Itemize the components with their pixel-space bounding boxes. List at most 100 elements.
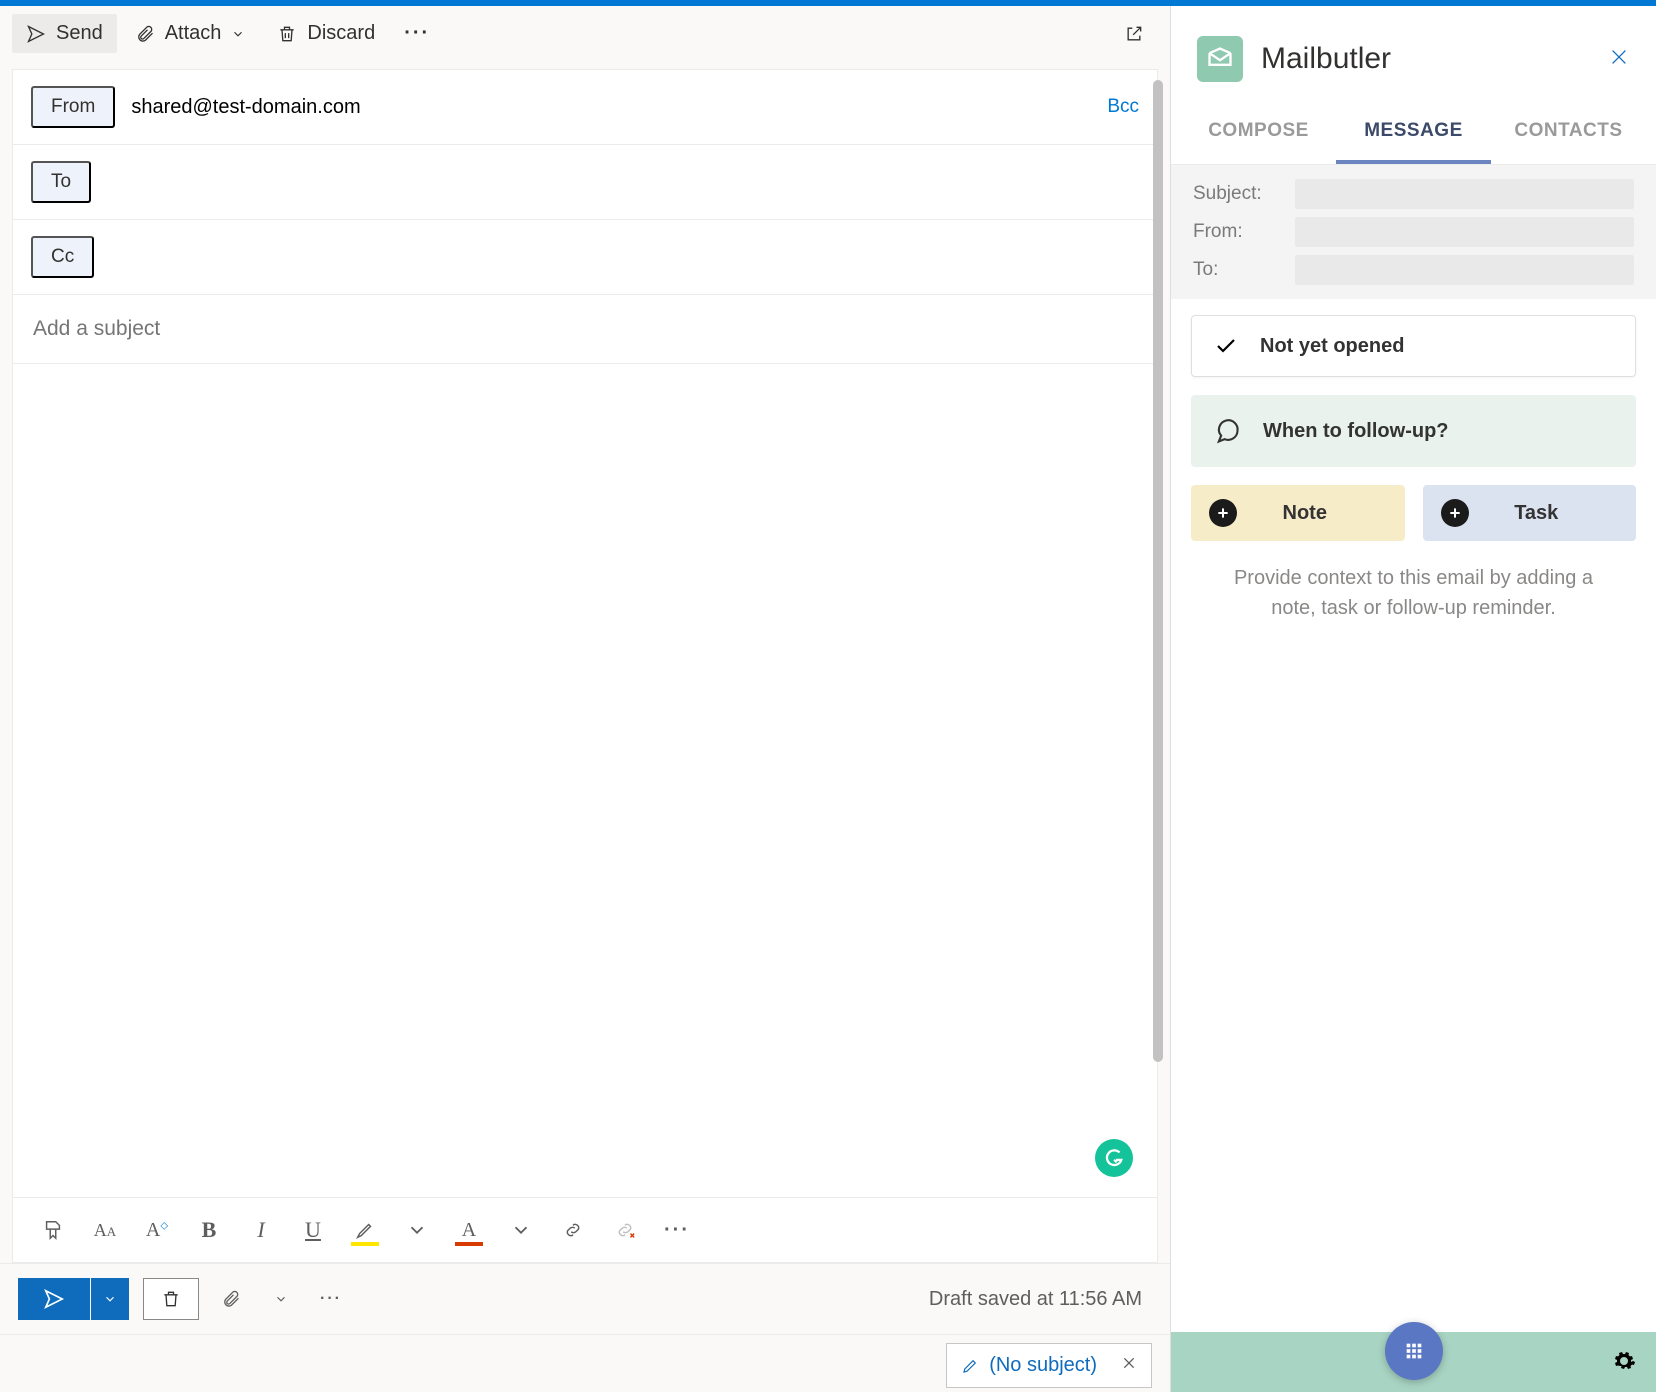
- more-icon: ···: [407, 24, 427, 44]
- toolbar-more-button[interactable]: ···: [393, 16, 441, 52]
- apps-fab[interactable]: [1385, 1322, 1443, 1380]
- font-size-icon: A◇: [146, 1219, 168, 1242]
- bcc-toggle[interactable]: Bcc: [1107, 96, 1139, 118]
- plus-icon: [1209, 499, 1237, 527]
- discard-button[interactable]: Discard: [263, 14, 389, 53]
- highlight-dropdown[interactable]: [395, 1210, 439, 1250]
- paperclip-icon: [135, 24, 155, 44]
- more-icon: ···: [320, 1290, 342, 1308]
- from-row: From shared@test-domain.com Bcc: [13, 70, 1157, 145]
- message-meta: Subject: From: To:: [1171, 165, 1656, 299]
- draft-chip-label: (No subject): [989, 1354, 1097, 1377]
- followup-label: When to follow-up?: [1263, 420, 1449, 443]
- add-note-button[interactable]: Note: [1191, 485, 1405, 541]
- to-picker[interactable]: To: [31, 161, 91, 203]
- format-painter-button[interactable]: [31, 1210, 75, 1250]
- bold-icon: B: [202, 1217, 217, 1243]
- close-icon[interactable]: [1121, 1354, 1137, 1377]
- send-now-button[interactable]: [18, 1278, 90, 1320]
- font-case-icon: AA: [94, 1220, 116, 1241]
- tracking-status-card[interactable]: Not yet opened: [1191, 315, 1636, 377]
- format-toolbar: AA A◇ B I U A: [13, 1197, 1157, 1262]
- draft-chip-row: (No subject): [0, 1334, 1170, 1392]
- italic-button[interactable]: I: [239, 1210, 283, 1250]
- font-size-button[interactable]: A◇: [135, 1210, 179, 1250]
- attach-button[interactable]: Attach: [121, 14, 260, 53]
- message-body[interactable]: [13, 364, 1157, 1197]
- apps-grid-icon: [1403, 1340, 1425, 1362]
- tab-contacts[interactable]: CONTACTS: [1491, 102, 1646, 164]
- to-input[interactable]: [107, 171, 1139, 194]
- chevron-down-icon: [103, 1292, 117, 1306]
- font-color-button[interactable]: A: [447, 1210, 491, 1250]
- panel-title: Mailbutler: [1261, 42, 1608, 76]
- paint-icon: [42, 1219, 64, 1241]
- plus-icon: [1441, 499, 1469, 527]
- discard-button-label: Discard: [307, 22, 375, 45]
- task-label: Task: [1483, 502, 1591, 525]
- cc-picker[interactable]: Cc: [31, 236, 94, 278]
- underline-icon: U: [305, 1217, 321, 1243]
- panel-close-button[interactable]: [1608, 44, 1630, 75]
- bold-button[interactable]: B: [187, 1210, 231, 1250]
- mailbutler-logo-icon: [1197, 36, 1243, 82]
- chevron-down-icon: [274, 1292, 288, 1306]
- trash-icon: [161, 1289, 181, 1309]
- meta-from-value: [1295, 217, 1634, 247]
- action-more-button[interactable]: ···: [313, 1281, 349, 1317]
- chevron-down-icon: [231, 27, 245, 41]
- font-case-button[interactable]: AA: [83, 1210, 127, 1250]
- subject-input[interactable]: [13, 295, 1157, 364]
- panel-header: Mailbutler: [1171, 6, 1656, 102]
- cc-row: Cc: [13, 220, 1157, 295]
- close-icon: [1608, 46, 1630, 68]
- check-icon: [1214, 334, 1238, 358]
- popout-button[interactable]: [1110, 16, 1158, 52]
- cc-input[interactable]: [110, 246, 1139, 269]
- from-picker[interactable]: From: [31, 86, 115, 128]
- tracking-status-label: Not yet opened: [1260, 335, 1404, 358]
- send-icon: [43, 1288, 65, 1310]
- settings-button[interactable]: [1612, 1349, 1636, 1378]
- highlighter-icon: [354, 1219, 376, 1241]
- addin-panel: Mailbutler COMPOSE MESSAGE CONTACTS Subj…: [1171, 6, 1656, 1392]
- compose-toolbar: Send Attach Discard ···: [0, 6, 1170, 61]
- format-more-button[interactable]: ···: [655, 1210, 699, 1250]
- chevron-down-icon: [406, 1219, 428, 1241]
- tab-message[interactable]: MESSAGE: [1336, 102, 1491, 164]
- send-options-button[interactable]: [91, 1278, 129, 1320]
- meta-subject-value: [1295, 179, 1634, 209]
- pencil-icon: [961, 1357, 979, 1375]
- insert-link-button[interactable]: [551, 1210, 595, 1250]
- compose-pane: Send Attach Discard ···: [0, 6, 1171, 1392]
- draft-chip[interactable]: (No subject): [946, 1343, 1152, 1388]
- unlink-icon: [614, 1219, 636, 1241]
- followup-card[interactable]: When to follow-up?: [1191, 395, 1636, 467]
- note-label: Note: [1251, 502, 1359, 525]
- highlight-button[interactable]: [343, 1210, 387, 1250]
- send-button[interactable]: Send: [12, 14, 117, 53]
- add-actions-row: Note Task: [1191, 485, 1636, 541]
- remove-link-button[interactable]: [603, 1210, 647, 1250]
- compose-action-bar: ··· Draft saved at 11:56 AM: [0, 1263, 1170, 1334]
- font-color-dropdown[interactable]: [499, 1210, 543, 1250]
- more-icon: ···: [664, 1219, 690, 1242]
- attach-action-button[interactable]: [213, 1281, 249, 1317]
- paperclip-icon: [221, 1289, 241, 1309]
- meta-from-label: From:: [1193, 221, 1283, 243]
- send-split-button: [18, 1278, 129, 1320]
- send-button-label: Send: [56, 22, 103, 45]
- attach-action-dropdown[interactable]: [263, 1281, 299, 1317]
- draft-saved-status: Draft saved at 11:56 AM: [929, 1288, 1142, 1311]
- underline-button[interactable]: U: [291, 1210, 335, 1250]
- meta-subject-label: Subject:: [1193, 183, 1283, 205]
- italic-icon: I: [257, 1217, 264, 1243]
- tab-compose[interactable]: COMPOSE: [1181, 102, 1336, 164]
- add-task-button[interactable]: Task: [1423, 485, 1637, 541]
- send-icon: [26, 24, 46, 44]
- from-value: shared@test-domain.com: [131, 96, 1091, 119]
- grammarly-icon[interactable]: [1095, 1139, 1133, 1177]
- chat-icon: [1213, 417, 1241, 445]
- discard-action-button[interactable]: [143, 1278, 199, 1320]
- trash-icon: [277, 24, 297, 44]
